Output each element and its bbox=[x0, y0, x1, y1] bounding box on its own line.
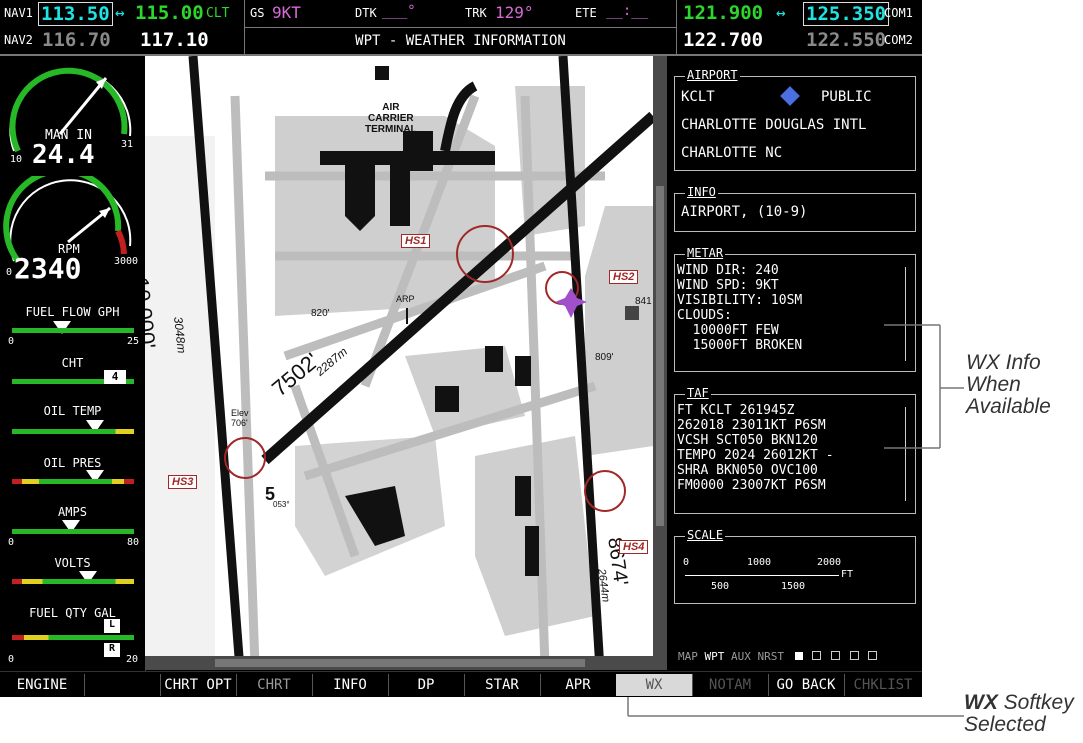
wx-info-callout-line-2: When bbox=[966, 373, 1021, 396]
wx-info-callout-line-1: WX Info bbox=[966, 351, 1041, 374]
wx-softkey-callout-bold: WX bbox=[964, 691, 998, 714]
wx-softkey-callout: WX Softkey Selected bbox=[964, 692, 1074, 736]
wx-info-callout-line-3: Available bbox=[966, 395, 1051, 418]
callout-lines bbox=[627, 324, 964, 717]
wx-softkey-callout-line-2: Selected bbox=[964, 713, 1046, 736]
wx-softkey-callout-rest: Softkey bbox=[997, 691, 1074, 714]
wx-info-callout: WX Info When Available bbox=[966, 352, 1051, 418]
